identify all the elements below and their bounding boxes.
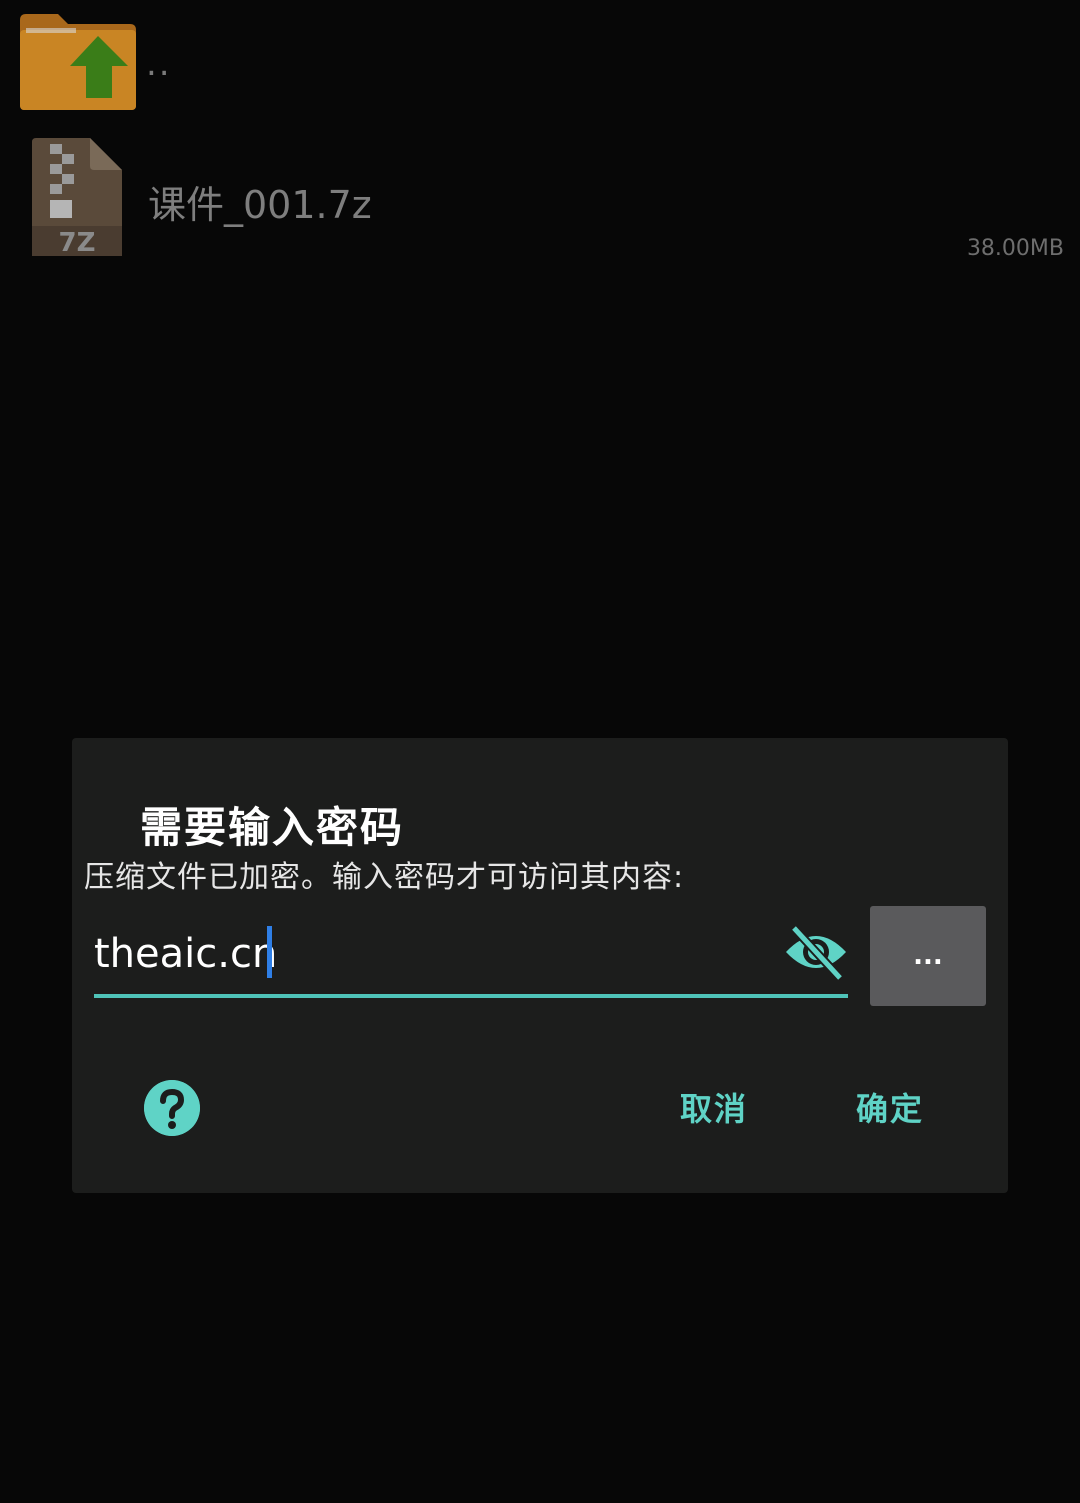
help-icon[interactable]: [144, 1080, 200, 1136]
archive-icon-text: 7Z: [59, 228, 96, 256]
text-caret: [267, 926, 272, 978]
parent-directory-row[interactable]: ..: [0, 0, 1080, 120]
parent-directory-label: ..: [146, 44, 172, 84]
file-size: 38.00MB: [966, 236, 1064, 261]
file-row[interactable]: 7Z 课件_001.7z 38.00MB: [0, 130, 1080, 270]
password-input[interactable]: [94, 924, 774, 984]
eye-off-icon[interactable]: [784, 924, 848, 980]
cancel-button[interactable]: 取消: [680, 1084, 748, 1130]
dialog-message: 压缩文件已加密。输入密码才可访问其内容:: [84, 860, 685, 895]
more-options-button[interactable]: ...: [870, 906, 986, 1006]
folder-up-icon: [20, 14, 136, 110]
dialog-title: 需要输入密码: [140, 803, 405, 852]
password-field-container: [94, 918, 848, 998]
file-name: 课件_001.7z: [148, 183, 372, 227]
screen: .. 7Z 课件_001.7z 38.00MB 需要输入密码 压缩文件已加密。输…: [0, 0, 1080, 1503]
password-dialog: 需要输入密码 压缩文件已加密。输入密码才可访问其内容: ... 取消 确定: [72, 738, 1008, 1193]
ok-button[interactable]: 确定: [856, 1084, 924, 1130]
archive-7z-icon: 7Z: [32, 138, 122, 256]
